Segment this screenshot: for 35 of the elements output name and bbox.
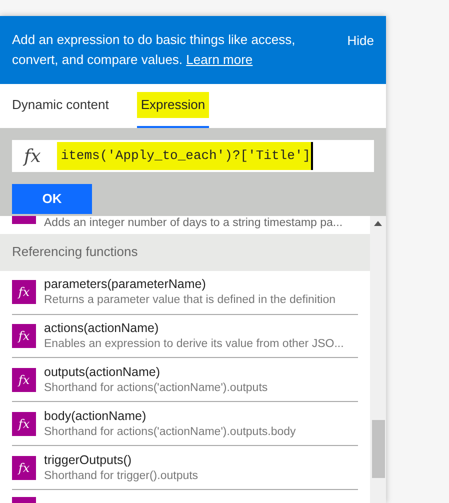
function-icon: fx <box>24 142 41 170</box>
expression-field[interactable]: fx items('Apply_to_each')?['Title'] <box>12 140 374 172</box>
function-item[interactable]: fx triggerOutputs() Shorthand for trigger().outputs <box>12 446 358 490</box>
function-name: actions(actionName) <box>44 320 160 336</box>
ok-button[interactable]: OK <box>12 184 92 214</box>
function-name: parameters(parameterName) <box>44 276 207 292</box>
function-description: Adds an integer number of days to a string timestamp pa... <box>44 216 343 232</box>
function-description: Shorthand for trigger().outputs <box>44 468 198 484</box>
function-description: Enables an expression to derive its value from other JSO... <box>44 337 344 352</box>
function-description: Returns a parameter value that is defined in the definition <box>44 293 336 308</box>
function-icon: fx <box>18 370 30 389</box>
section-header: Referencing functions <box>0 234 370 271</box>
function-name: triggerOutputs() <box>44 452 133 468</box>
function-name: outputs(actionName) <box>44 364 162 380</box>
function-item[interactable]: fx actions(actionName) Enables an expression to derive its value from other JSO... <box>12 314 358 358</box>
function-item[interactable]: fx body(actionName) Shorthand for actions('actionName').outputs.body <box>12 402 358 446</box>
hide-button[interactable]: Hide <box>347 31 374 50</box>
function-item[interactable]: fx parameters(parameterName) Returns a parameter value that is defined in the definition <box>12 270 358 315</box>
learn-more-link[interactable]: Learn more <box>186 52 253 67</box>
function-name: body(actionName) <box>44 408 148 424</box>
function-icon: fx <box>18 327 30 345</box>
banner-text: Add an expression to do basic things like access, convert, and compare values. Learn more <box>12 31 296 69</box>
function-icon: fx <box>18 283 30 302</box>
function-description: Shorthand for actions('actionName').outputs <box>44 380 268 396</box>
function-icon-tile <box>12 497 36 503</box>
function-description: Shorthand for actions('actionName').outputs.body <box>44 424 296 440</box>
scrollbar[interactable] <box>370 216 386 503</box>
scroll-up-icon[interactable] <box>374 221 382 226</box>
function-icon-tile <box>12 216 36 224</box>
function-item[interactable]: fx outputs(actionName) Shorthand for actions('actionName').outputs <box>12 358 358 402</box>
tab[interactable]: Dynamic content <box>12 84 109 128</box>
function-icon: fx <box>18 414 30 433</box>
scrollbar-thumb[interactable] <box>372 420 384 478</box>
expression-value: items('Apply_to_each')?['Title'] <box>56 142 314 170</box>
function-icon: fx <box>18 458 30 477</box>
